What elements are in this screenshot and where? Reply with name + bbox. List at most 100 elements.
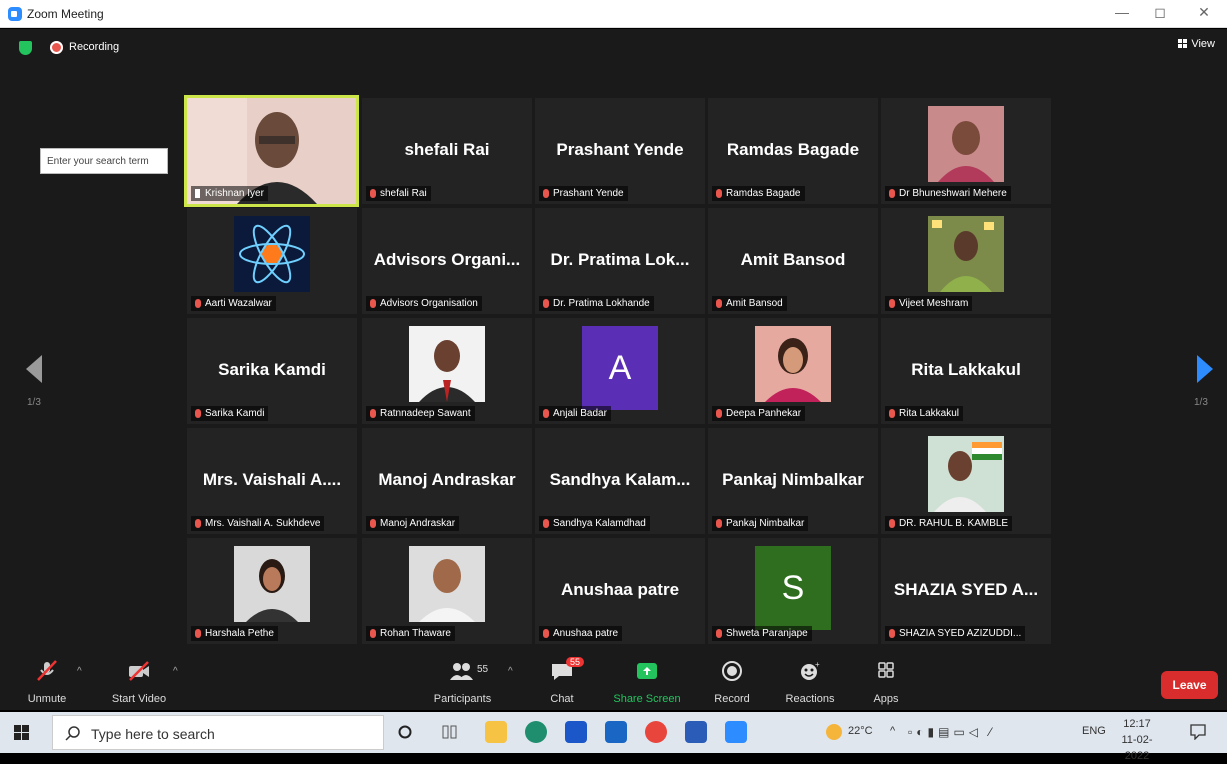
reactions-icon: +	[801, 660, 820, 680]
participant-tile[interactable]: Ratnnadeep Sawant	[362, 318, 532, 424]
search-tooltip[interactable]: Enter your search term	[40, 148, 168, 174]
recording-icon	[50, 41, 63, 54]
participant-name-label: Anjali Badar	[539, 406, 611, 421]
weather-icon[interactable]	[826, 724, 842, 740]
participant-display-name: Prashant Yende	[556, 140, 684, 159]
taskbar-clock[interactable]: 12:17 11-02-2022	[1112, 716, 1162, 764]
participants-label: Participants	[433, 693, 492, 705]
participant-tile[interactable]: Ramdas Bagade Ramdas Bagade	[708, 98, 878, 204]
record-button[interactable]: Record	[706, 650, 758, 710]
view-button[interactable]: View	[1178, 38, 1215, 50]
share-screen-button[interactable]: Share Screen	[609, 650, 685, 710]
task-view-icon[interactable]	[442, 724, 458, 740]
leave-button[interactable]: Leave	[1161, 671, 1218, 699]
participants-options-caret[interactable]: ^	[508, 666, 513, 677]
meeting-top-strip: Recording View	[0, 29, 1227, 65]
window-titlebar: Zoom Meeting — ◻ ✕	[0, 0, 1227, 28]
participant-tile[interactable]: Manoj Andraskar Manoj Andraskar	[362, 428, 532, 534]
taskbar-search-box[interactable]: Type here to search	[52, 715, 384, 750]
participant-photo	[409, 326, 485, 402]
participant-display-name: Pankaj Nimbalkar	[722, 470, 864, 489]
recording-label: Recording	[69, 41, 120, 53]
zoom-app-icon	[8, 7, 22, 21]
mail-icon[interactable]	[605, 721, 627, 743]
participant-name-label: Prashant Yende	[539, 186, 628, 201]
record-label: Record	[714, 693, 750, 705]
system-tray-icons[interactable]: ▫◐▮▤▭◁ ⁄	[908, 725, 995, 739]
apps-button[interactable]: Apps	[864, 650, 908, 710]
participant-display-name: Dr. Pratima Lok...	[550, 250, 690, 269]
chat-button[interactable]: 55 Chat	[540, 650, 585, 710]
participant-name-label: Shweta Paranjape	[712, 626, 812, 641]
participant-tile[interactable]: SHAZIA SYED A... SHAZIA SYED AZIZUDDI...	[881, 538, 1051, 644]
participant-tile[interactable]: Sandhya Kalam... Sandhya Kalamdhad	[535, 428, 705, 534]
restore-button[interactable]: ◻	[1150, 4, 1170, 21]
participant-name-label: Dr. Pratima Lokhande	[539, 296, 654, 311]
participant-name-label: Harshala Pethe	[191, 626, 278, 641]
participant-tile[interactable]: shefali Rai shefali Rai	[362, 98, 532, 204]
participant-tile[interactable]: DR. RAHUL B. KAMBLE	[881, 428, 1051, 534]
participant-tile[interactable]: Vijeet Meshram	[881, 208, 1051, 314]
reactions-button[interactable]: + Reactions	[779, 650, 841, 710]
participants-button[interactable]: 55 Participants	[425, 650, 500, 710]
reactions-label: Reactions	[785, 693, 835, 705]
audio-options-caret[interactable]: ^	[77, 666, 82, 677]
participant-tile[interactable]: Rohan Thaware	[362, 538, 532, 644]
participant-tile[interactable]: Mrs. Vaishali A.... Mrs. Vaishali A. Suk…	[187, 428, 357, 534]
participant-photo	[409, 546, 485, 622]
video-options-caret[interactable]: ^	[173, 666, 178, 677]
grid-icon	[1178, 39, 1188, 48]
edge-browser-icon[interactable]	[525, 721, 547, 743]
participant-photo	[234, 216, 310, 292]
participant-tile[interactable]: Dr. Pratima Lok... Dr. Pratima Lokhande	[535, 208, 705, 314]
participant-tile[interactable]: Anushaa patre Anushaa patre	[535, 538, 705, 644]
chrome-icon[interactable]	[645, 721, 667, 743]
participant-display-name: Mrs. Vaishali A....	[202, 470, 342, 489]
participant-name-label: Ramdas Bagade	[712, 186, 805, 201]
video-tile-active[interactable]: Krishnan Iyer	[184, 95, 359, 207]
participant-name-label: DR. RAHUL B. KAMBLE	[885, 516, 1013, 531]
participant-tile[interactable]: Rita Lakkakul Rita Lakkakul	[881, 318, 1051, 424]
participant-display-name: shefali Rai	[404, 140, 490, 159]
show-hidden-icons-chevron-icon[interactable]: ^	[890, 725, 895, 737]
participant-tile[interactable]: Dr Bhuneshwari Mehere	[881, 98, 1051, 204]
participant-tile[interactable]: Amit Bansod Amit Bansod	[708, 208, 878, 314]
participant-name-label: Pankaj Nimbalkar	[712, 516, 809, 531]
apps-label: Apps	[873, 693, 899, 705]
participant-tile[interactable]: Aarti Wazalwar	[187, 208, 357, 314]
record-icon	[722, 661, 742, 681]
windows-start-icon[interactable]	[14, 725, 29, 740]
start-video-button[interactable]: Start Video	[104, 650, 174, 710]
participant-tile[interactable]: Deepa Panhekar	[708, 318, 878, 424]
participant-display-name: Amit Bansod	[740, 250, 846, 269]
muted-mic-icon	[37, 660, 57, 681]
zoom-taskbar-icon[interactable]	[725, 721, 747, 743]
next-page-arrow[interactable]	[1197, 355, 1213, 388]
participant-tile[interactable]: Advisors Organi... Advisors Organisation	[362, 208, 532, 314]
store-icon[interactable]	[565, 721, 587, 743]
cortana-icon[interactable]	[398, 725, 412, 739]
participant-tile[interactable]: Sarika Kamdi Sarika Kamdi	[187, 318, 357, 424]
prev-page-arrow[interactable]	[26, 355, 42, 388]
participant-name-label: SHAZIA SYED AZIZUDDI...	[885, 626, 1026, 641]
participant-name-label: Deepa Panhekar	[712, 406, 806, 421]
participant-tile[interactable]: Prashant Yende Prashant Yende	[535, 98, 705, 204]
clock-date: 11-02-2022	[1121, 734, 1153, 762]
temperature[interactable]: 22°C	[848, 725, 873, 737]
participant-tile[interactable]: A Anjali Badar	[535, 318, 705, 424]
participant-tile[interactable]: S Shweta Paranjape	[708, 538, 878, 644]
file-explorer-icon[interactable]	[485, 721, 507, 743]
language-indicator[interactable]: ENG	[1082, 725, 1106, 737]
unmute-button[interactable]: Unmute	[22, 650, 72, 710]
participant-name-label: shefali Rai	[366, 186, 431, 201]
participants-count: 55	[477, 664, 489, 675]
participant-tile[interactable]: Pankaj Nimbalkar Pankaj Nimbalkar	[708, 428, 878, 534]
search-icon	[65, 726, 80, 741]
notifications-icon[interactable]	[1190, 724, 1206, 740]
participant-photo	[928, 216, 1004, 292]
word-icon[interactable]	[685, 721, 707, 743]
minimize-button[interactable]: —	[1112, 4, 1132, 20]
security-shield-icon[interactable]	[19, 41, 32, 55]
close-button[interactable]: ✕	[1194, 4, 1214, 21]
participant-tile[interactable]: Harshala Pethe	[187, 538, 357, 644]
